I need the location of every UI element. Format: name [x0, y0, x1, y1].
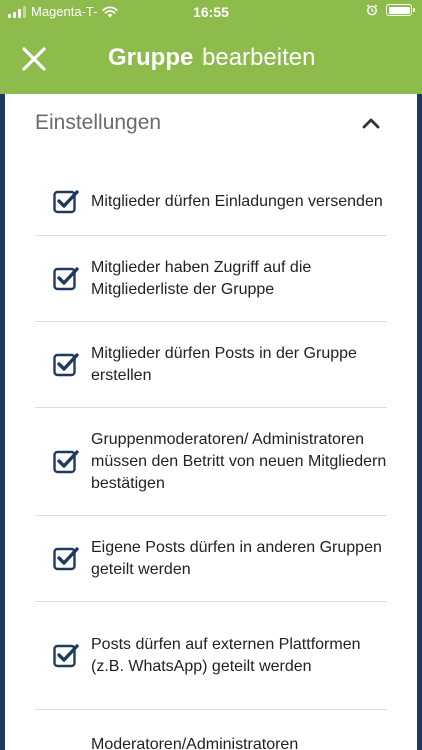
app-bar: Gruppe bearbeiten	[0, 24, 422, 94]
status-time: 16:55	[193, 4, 229, 20]
page-title-rest: bearbeiten	[202, 44, 316, 71]
option-share-in-other-groups[interactable]: Eigene Posts dürfen in anderen Gruppen g…	[35, 516, 387, 602]
page-title-bold: Gruppe	[108, 44, 194, 71]
page-title: Gruppe bearbeiten	[108, 44, 315, 72]
status-right	[366, 4, 415, 16]
checkbox-checked-icon[interactable]	[53, 189, 79, 215]
option-moderators[interactable]: Moderatoren/Administratoren	[35, 710, 387, 750]
option-label: Eigene Posts dürfen in anderen Gruppen g…	[91, 538, 382, 578]
checkbox-checked-icon[interactable]	[53, 449, 79, 475]
settings-panel: Einstellungen Mitglieder dürfen Einladun…	[0, 94, 422, 750]
checkbox-checked-icon[interactable]	[53, 266, 79, 292]
option-member-list-access[interactable]: Mitglieder haben Zugriff auf die Mitglie…	[35, 236, 387, 322]
option-label: Moderatoren/Administratoren	[91, 736, 299, 750]
chevron-up-icon[interactable]	[361, 116, 381, 130]
settings-options-list: Mitglieder dürfen Einladungen versenden …	[35, 164, 387, 750]
option-share-external[interactable]: Posts dürfen auf externen Plattformen (z…	[35, 602, 387, 710]
battery-icon	[386, 4, 415, 16]
option-label: Mitglieder haben Zugriff auf die Mitglie…	[91, 258, 312, 298]
close-button[interactable]	[16, 41, 52, 77]
status-bar: Magenta-T- 16:55	[0, 0, 422, 24]
option-invitations[interactable]: Mitglieder dürfen Einladungen versenden	[35, 164, 387, 236]
option-confirm-new-members[interactable]: Gruppenmoderatoren/ Administratoren müss…	[35, 408, 387, 516]
checkbox-checked-icon[interactable]	[53, 352, 79, 378]
option-label: Mitglieder dürfen Einladungen versenden	[91, 192, 383, 210]
option-create-posts[interactable]: Mitglieder dürfen Posts in der Gruppe er…	[35, 322, 387, 408]
alarm-icon	[366, 4, 378, 16]
checkbox-checked-icon[interactable]	[53, 643, 79, 669]
option-label: Mitglieder dürfen Posts in der Gruppe er…	[91, 344, 357, 384]
option-label: Gruppenmoderatoren/ Administratoren müss…	[91, 430, 387, 492]
section-title: Einstellungen	[35, 111, 162, 134]
close-icon	[22, 47, 46, 71]
section-header-einstellungen[interactable]: Einstellungen	[35, 108, 387, 138]
checkbox-checked-icon[interactable]	[53, 546, 79, 572]
option-label: Posts dürfen auf externen Plattformen (z…	[91, 635, 361, 675]
checkbox-spacer	[53, 734, 79, 750]
